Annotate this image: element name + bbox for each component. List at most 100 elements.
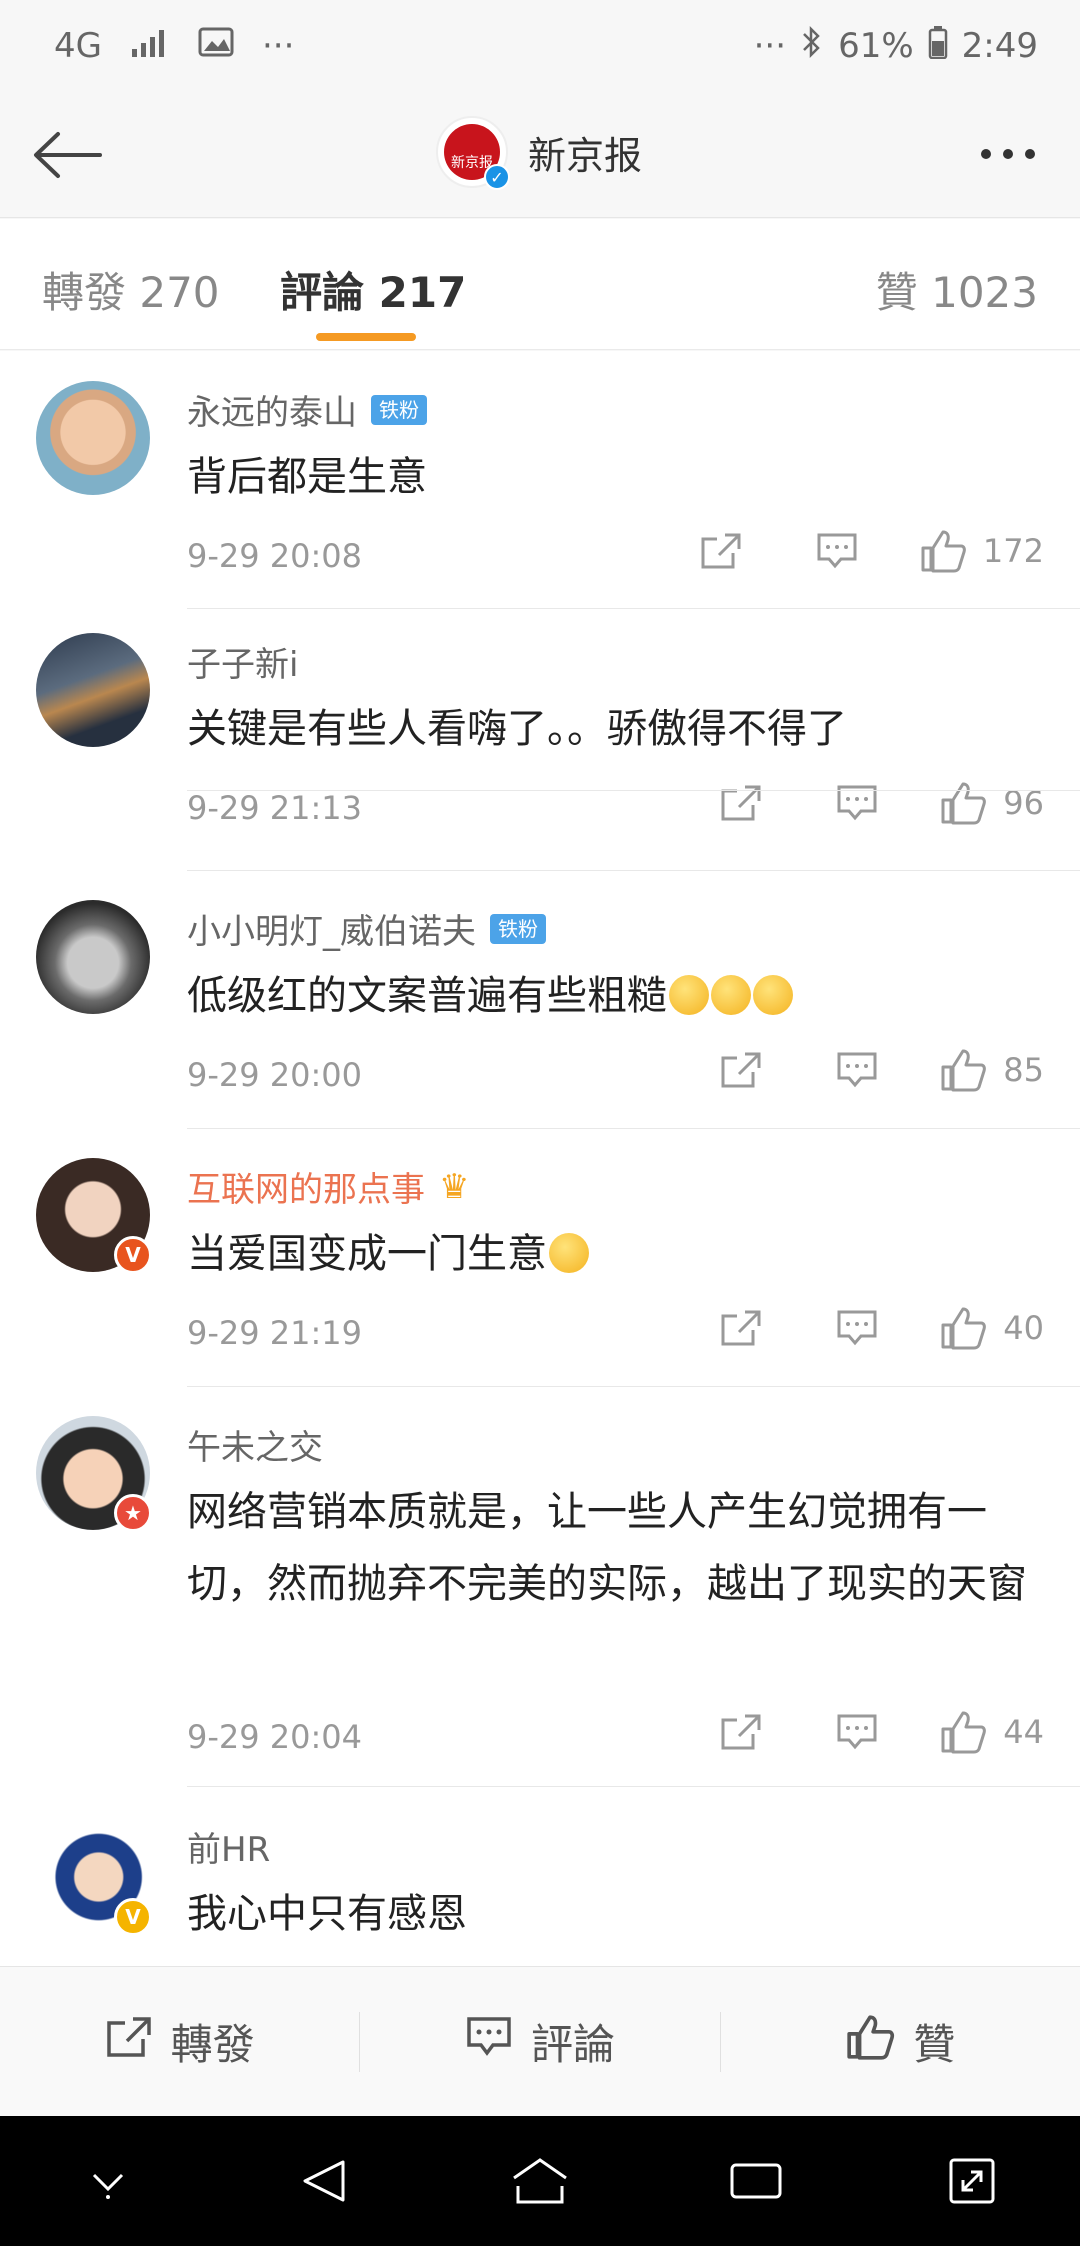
bottom-action-bar: 轉發 評論 贊 — [0, 1966, 1080, 2116]
network-type: 4G — [54, 26, 102, 66]
overflow-indicator-right: ··· — [753, 26, 787, 66]
expand-icon[interactable] — [932, 2141, 1012, 2221]
thumbs-up-icon[interactable] — [939, 1046, 987, 1094]
active-tab-indicator — [316, 333, 416, 341]
divider — [187, 790, 1080, 791]
tab-comments[interactable]: 評論 217 — [280, 259, 466, 320]
avatar[interactable]: V — [36, 1820, 152, 1936]
hide-keyboard-icon[interactable] — [68, 2141, 148, 2221]
top-nav-bar: 新京报 ✓ 新京报 — [0, 92, 1080, 218]
author-name[interactable]: 互联网的那点事 — [187, 1162, 425, 1211]
reply-icon[interactable] — [833, 1304, 881, 1352]
avatar[interactable] — [36, 633, 150, 747]
fan-badge: 铁粉 — [371, 394, 427, 425]
comment-label: 評論 — [530, 2020, 615, 2069]
comment-text[interactable]: 我心中只有感恩 — [187, 1878, 1047, 1950]
tab-likes[interactable]: 贊 1023 — [876, 259, 1038, 320]
account-avatar[interactable]: 新京报 ✓ — [436, 116, 510, 190]
account-name[interactable]: 新京报 — [528, 125, 642, 180]
emoji-icon — [711, 975, 751, 1015]
comment-author[interactable]: 互联网的那点事 ♛ — [187, 1162, 469, 1211]
reply-icon[interactable] — [833, 779, 881, 827]
like-count: 85 — [1003, 1051, 1044, 1089]
star-badge-icon: ★ — [114, 1494, 152, 1532]
comment-text[interactable]: 网络营销本质就是，让一些人产生幻觉拥有一切，然而抛弃不完美的实际，越出了现实的天… — [187, 1476, 1047, 1620]
recent-apps-icon[interactable] — [716, 2141, 796, 2221]
divider — [187, 870, 1080, 871]
image-icon — [198, 26, 234, 66]
thumbs-up-icon — [845, 2013, 895, 2071]
back-arrow-icon[interactable] — [28, 116, 106, 194]
avatar[interactable] — [36, 900, 150, 1014]
comment-actions: 85 — [717, 1046, 1044, 1094]
share-icon[interactable] — [717, 1304, 765, 1352]
divider — [187, 1128, 1080, 1129]
share-icon[interactable] — [717, 1708, 765, 1756]
verified-badge-icon: V — [114, 1898, 152, 1936]
comment-text-content: 低级红的文案普遍有些粗糙 — [187, 973, 667, 1019]
comment-time: 9-29 20:08 — [187, 537, 363, 575]
comment-actions: 172 — [697, 527, 1044, 575]
back-icon[interactable] — [284, 2141, 364, 2221]
author-name[interactable]: 永远的泰山 — [187, 385, 357, 434]
divider — [187, 1786, 1080, 1787]
comment-author[interactable]: 小小明灯_威伯诺夫 铁粉 — [187, 904, 546, 953]
like-count: 172 — [982, 532, 1044, 570]
reply-icon[interactable] — [833, 1708, 881, 1756]
comment-text[interactable]: 背后都是生意 — [187, 441, 1047, 513]
author-name[interactable]: 子子新i — [187, 637, 298, 686]
clock: 2:49 — [961, 26, 1038, 66]
more-options-icon[interactable] — [968, 122, 1048, 186]
comment-text[interactable]: 关键是有些人看嗨了。。骄傲得不得了 — [187, 693, 1047, 765]
comment-item: 永远的泰山 铁粉 背后都是生意 9-29 20:08 172 — [0, 351, 1080, 609]
author-name[interactable]: 午未之交 — [187, 1420, 323, 1469]
comment-time: 9-29 20:04 — [187, 1718, 363, 1756]
fan-badge: 铁粉 — [490, 913, 546, 944]
signal-icon — [130, 26, 170, 66]
comment-author[interactable]: 前HR — [187, 1822, 270, 1871]
repost-label: 轉發 — [170, 2020, 255, 2069]
reply-icon[interactable] — [813, 527, 861, 575]
comment-author[interactable]: 永远的泰山 铁粉 — [187, 385, 427, 434]
comment-button[interactable]: 評論 — [360, 2011, 719, 2072]
tab-repost[interactable]: 轉發 270 — [42, 259, 220, 320]
battery-percent: 61% — [838, 26, 914, 66]
comment-text[interactable]: 低级红的文案普遍有些粗糙 — [187, 960, 1047, 1032]
comment-author[interactable]: 午未之交 — [187, 1420, 323, 1469]
crown-icon: ♛ — [439, 1166, 470, 1207]
author-name[interactable]: 小小明灯_威伯诺夫 — [187, 904, 476, 953]
thumbs-up-icon[interactable] — [939, 1304, 987, 1352]
like-count: 44 — [1003, 1713, 1044, 1751]
comment-item: 子子新i 关键是有些人看嗨了。。骄傲得不得了 9-29 21:13 96 — [0, 609, 1080, 827]
battery-icon — [928, 25, 948, 68]
comment-time: 9-29 21:19 — [187, 1314, 363, 1352]
status-bar: 4G ··· ··· 61% 2:49 — [0, 0, 1080, 92]
repost-button[interactable]: 轉發 — [0, 2011, 359, 2072]
comment-actions: 40 — [717, 1304, 1044, 1352]
like-label: 贊 — [913, 2020, 956, 2069]
bluetooth-icon — [800, 25, 824, 68]
comment-time: 9-29 21:13 — [187, 789, 363, 827]
avatar[interactable] — [36, 381, 150, 495]
share-icon[interactable] — [717, 1046, 765, 1094]
comment-text[interactable]: 当爱国变成一门生意 — [187, 1218, 1047, 1290]
like-button[interactable]: 贊 — [721, 2011, 1080, 2072]
avatar[interactable]: ★ — [36, 1416, 152, 1532]
thumbs-up-icon[interactable] — [939, 779, 987, 827]
comment-text-content: 当爱国变成一门生意 — [187, 1231, 547, 1277]
tab-bar: 轉發 270 評論 217 贊 1023 — [0, 219, 1080, 350]
comment-icon — [465, 2015, 513, 2069]
author-name[interactable]: 前HR — [187, 1822, 270, 1871]
account-header[interactable]: 新京报 ✓ 新京报 — [436, 116, 642, 190]
reply-icon[interactable] — [833, 1046, 881, 1094]
emoji-icon — [753, 975, 793, 1015]
share-icon[interactable] — [717, 779, 765, 827]
thumbs-up-icon[interactable] — [919, 527, 967, 575]
repost-icon — [105, 2015, 153, 2069]
share-icon[interactable] — [697, 527, 745, 575]
comment-author[interactable]: 子子新i — [187, 637, 298, 686]
comment-list-lower: 小小明灯_威伯诺夫 铁粉 低级红的文案普遍有些粗糙 9-29 20:00 85 … — [0, 870, 1080, 1966]
thumbs-up-icon[interactable] — [939, 1708, 987, 1756]
avatar[interactable]: V — [36, 1158, 152, 1274]
home-icon[interactable] — [500, 2141, 580, 2221]
